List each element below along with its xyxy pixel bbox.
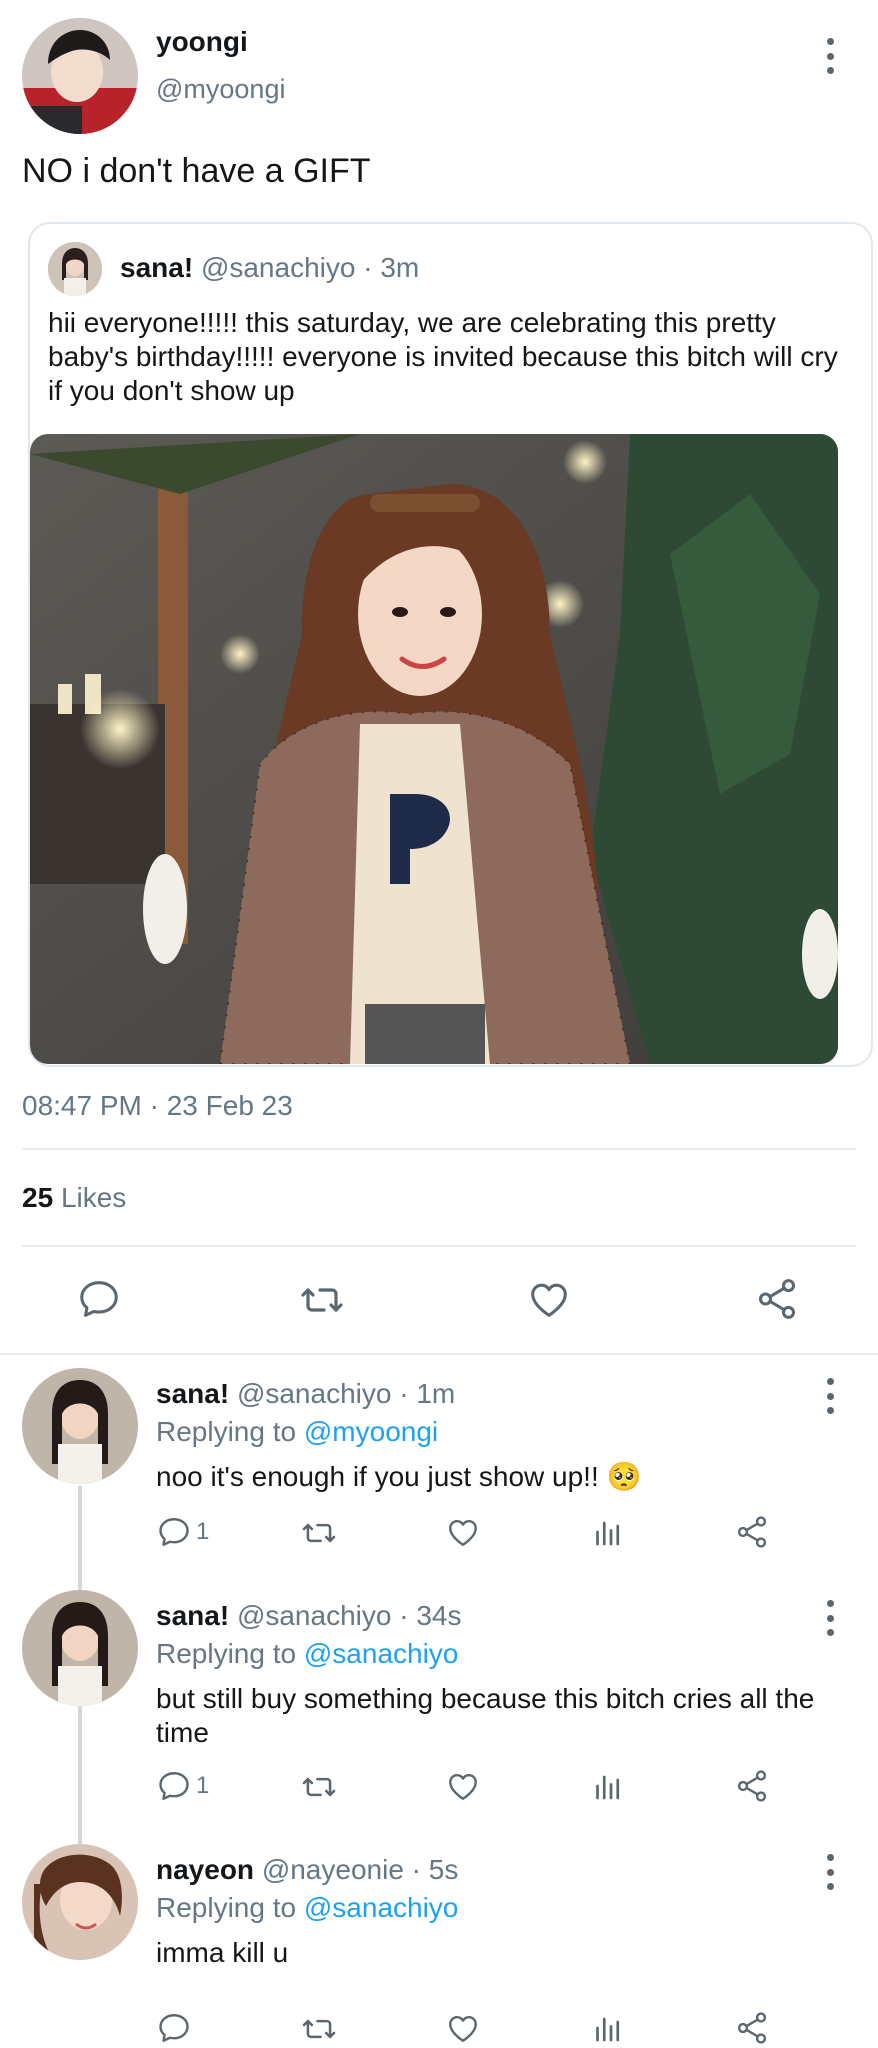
- reply-handle[interactable]: @sanachiyo: [237, 1378, 392, 1409]
- likes-summary[interactable]: 25 Likes: [22, 1182, 126, 1214]
- like-icon[interactable]: [445, 1514, 481, 1550]
- reply-time: · 5s: [411, 1854, 459, 1885]
- reply-time: · 34s: [399, 1600, 462, 1631]
- reply-tweet[interactable]: sana! @sanachiyo · 34s Replying to @sana…: [0, 1590, 878, 1840]
- quoted-time: · 3m: [363, 252, 420, 283]
- share-icon[interactable]: [734, 1768, 770, 1804]
- avatar[interactable]: [22, 18, 138, 134]
- replying-label: Replying to: [156, 1638, 297, 1669]
- reply-display-name[interactable]: sana!: [156, 1378, 229, 1409]
- main-action-bar: [0, 1272, 878, 1328]
- avatar[interactable]: [22, 1368, 138, 1484]
- like-icon[interactable]: [526, 1276, 572, 1322]
- retweet-icon[interactable]: [298, 1276, 346, 1324]
- quoted-tweet-text: hii everyone!!!!! this saturday, we are …: [48, 307, 838, 406]
- reply-meta: sana! @sanachiyo · 1m: [156, 1378, 455, 1410]
- quoted-display-name: sana!: [120, 252, 194, 283]
- quoted-handle: @sanachiyo: [200, 252, 356, 283]
- tweet-text: NO i don't have a GIFT: [22, 152, 371, 190]
- reply-icon[interactable]: 1: [156, 1768, 209, 1804]
- reply-handle[interactable]: @nayeonie: [262, 1854, 404, 1885]
- user-display-name[interactable]: yoongi: [156, 26, 248, 58]
- share-icon[interactable]: [734, 2010, 770, 2046]
- reply-action-bar: [0, 2010, 878, 2048]
- stats-icon[interactable]: [590, 2010, 626, 2046]
- stats-icon[interactable]: [590, 1514, 626, 1550]
- more-vertical-icon[interactable]: [825, 1378, 835, 1414]
- reply-text: imma kill u: [156, 1937, 289, 1968]
- reply-meta: nayeon @nayeonie · 5s: [156, 1854, 458, 1886]
- reply-action-bar: 1: [0, 1514, 878, 1554]
- reply-icon[interactable]: 1: [156, 1514, 209, 1550]
- quoted-avatar: [48, 242, 102, 296]
- reply-tweet[interactable]: nayeon @nayeonie · 5s Replying to @sanac…: [0, 1844, 878, 2044]
- divider: [0, 1353, 878, 1355]
- more-vertical-icon[interactable]: [825, 38, 835, 74]
- replying-to-link[interactable]: @sanachiyo: [304, 1638, 459, 1669]
- more-vertical-icon[interactable]: [825, 1854, 835, 1890]
- divider: [22, 1148, 856, 1150]
- like-icon[interactable]: [445, 1768, 481, 1804]
- tweet-timestamp: 08:47 PM · 23 Feb 23: [22, 1090, 293, 1121]
- user-handle[interactable]: @myoongi: [156, 74, 285, 105]
- main-tweet-header: yoongi @myoongi: [0, 0, 878, 150]
- replying-to-link[interactable]: @myoongi: [304, 1416, 438, 1447]
- reply-count: 1: [196, 1772, 210, 1799]
- replying-label: Replying to: [156, 1892, 297, 1923]
- quoted-tweet-photo[interactable]: [30, 434, 838, 1064]
- reply-icon[interactable]: [76, 1276, 122, 1322]
- retweet-icon[interactable]: [300, 2010, 338, 2048]
- replying-to: Replying to @sanachiyo: [156, 1892, 458, 1924]
- likes-count: 25: [22, 1182, 54, 1213]
- replying-to: Replying to @myoongi: [156, 1416, 438, 1448]
- reply-text: but still buy something because this bit…: [156, 1683, 815, 1748]
- reply-tweet[interactable]: sana! @sanachiyo · 1m Replying to @myoon…: [0, 1368, 878, 1588]
- replying-to: Replying to @sanachiyo: [156, 1638, 458, 1670]
- reply-text: noo it's enough if you just show up!! 🥺: [156, 1461, 642, 1492]
- more-vertical-icon[interactable]: [825, 1600, 835, 1636]
- avatar[interactable]: [22, 1590, 138, 1706]
- reply-count: 1: [196, 1518, 210, 1545]
- like-icon[interactable]: [445, 2010, 481, 2046]
- divider: [22, 1245, 856, 1247]
- share-icon[interactable]: [754, 1276, 800, 1322]
- reply-time: · 1m: [399, 1378, 456, 1409]
- avatar[interactable]: [22, 1844, 138, 1960]
- likes-label: Likes: [60, 1182, 127, 1213]
- share-icon[interactable]: [734, 1514, 770, 1550]
- reply-action-bar: 1: [0, 1768, 878, 1808]
- reply-handle[interactable]: @sanachiyo: [237, 1600, 392, 1631]
- stats-icon[interactable]: [590, 1768, 626, 1804]
- retweet-icon[interactable]: [300, 1768, 338, 1806]
- replying-label: Replying to: [156, 1416, 297, 1447]
- replying-to-link[interactable]: @sanachiyo: [304, 1892, 459, 1923]
- reply-meta: sana! @sanachiyo · 34s: [156, 1600, 461, 1632]
- retweet-icon[interactable]: [300, 1514, 338, 1552]
- reply-display-name[interactable]: nayeon: [156, 1854, 254, 1885]
- quoted-tweet-card[interactable]: sana! @sanachiyo · 3m hii everyone!!!!! …: [28, 222, 873, 1067]
- reply-display-name[interactable]: sana!: [156, 1600, 229, 1631]
- quoted-meta: sana! @sanachiyo · 3m: [120, 252, 419, 284]
- reply-icon[interactable]: [156, 2010, 196, 2046]
